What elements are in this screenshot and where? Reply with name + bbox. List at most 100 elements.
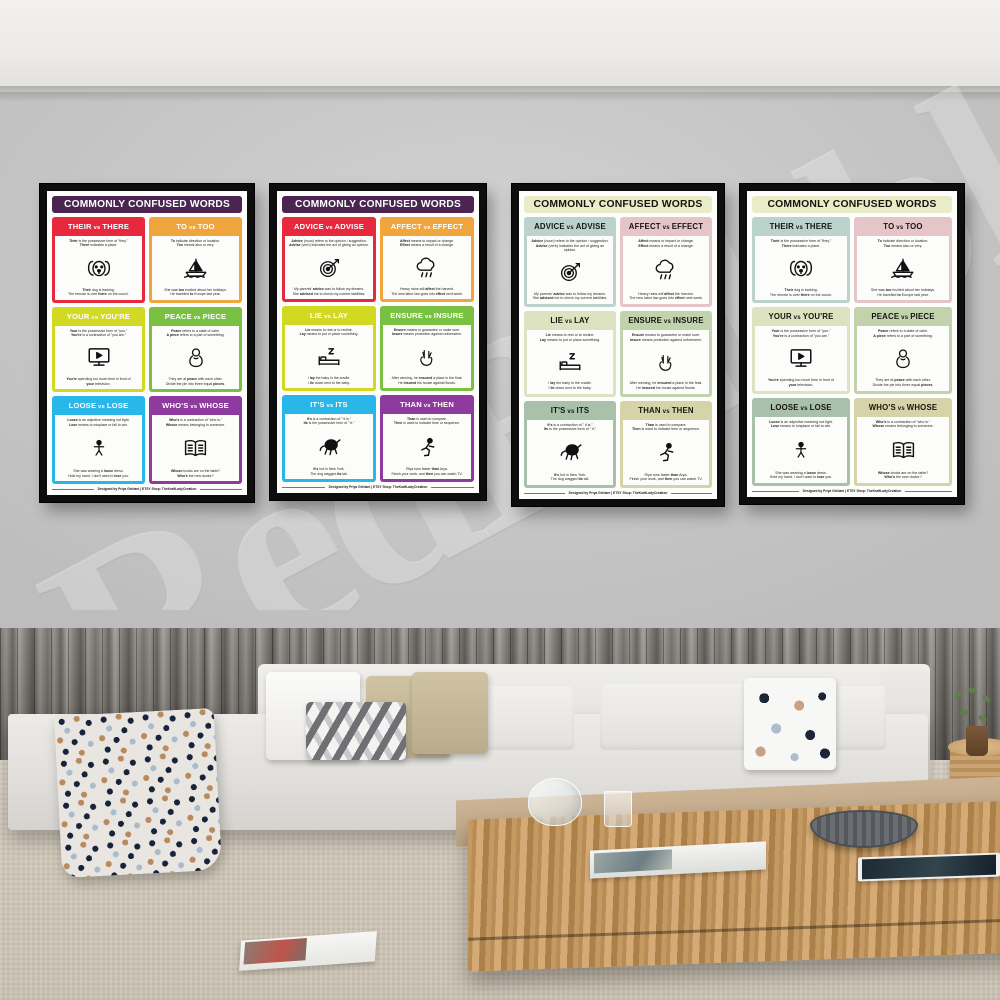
- word-a: TO: [883, 222, 895, 231]
- vs-label: vs: [96, 404, 107, 411]
- definition-line: Their is the possessive form of "they.": [770, 239, 832, 243]
- room-lower: [0, 628, 1000, 1000]
- word-card[interactable]: AFFECT vs EFFECT Affect means to impact o…: [620, 217, 712, 308]
- card-heading: LIE vs LAY: [284, 308, 374, 323]
- room-scene: RedBubbleni COMMONLY CONFUSED WORDS THEIR…: [0, 0, 1000, 1000]
- word-b: THEN: [432, 400, 455, 409]
- card-body: Their is the possessive form of "they." T…: [755, 236, 847, 301]
- examples: Whose books are on the table? Who's the n…: [155, 469, 236, 478]
- poster-title: COMMONLY CONFUSED WORDS: [52, 196, 242, 213]
- example-line: Hold my hand, I don't want to lose you.: [68, 473, 129, 478]
- dog-icon: [788, 257, 814, 279]
- vs-label: vs: [191, 314, 203, 321]
- word-card[interactable]: ADVICE vs ADVISE Advice (noun) refers to …: [282, 217, 376, 302]
- word-card[interactable]: ENSURE vs INSURE Ensure means to guarante…: [620, 311, 712, 397]
- vs-label: vs: [323, 225, 335, 231]
- vs-label: vs: [423, 314, 434, 320]
- definitions: Who's is a contraction of "who is." Whose…: [860, 420, 946, 429]
- frame-3[interactable]: COMMONLY CONFUSED WORDS ADVICE vs ADVISE A…: [512, 184, 724, 506]
- card-body: Than is used to compare. Then is used to …: [623, 419, 709, 485]
- bed-sleep-icon: [316, 346, 342, 368]
- definitions: To indicate direction or location. Too me…: [860, 239, 946, 248]
- frame-1[interactable]: COMMONLY CONFUSED WORDS THEIR vs THERE The…: [40, 184, 254, 502]
- sailboat-icon: [183, 257, 209, 279]
- examples: Heavy rains will affect the harvest. The …: [386, 287, 468, 296]
- word-a: AFFECT: [628, 222, 661, 231]
- word-card[interactable]: THAN vs THEN Than is used to compare. Then…: [620, 400, 712, 488]
- word-card[interactable]: LOOSE vs LOSE Loose is an adjective meani…: [52, 396, 145, 484]
- credit-line: Designed by Priya Gehlani | ETSY Shop: T…: [524, 491, 712, 495]
- examples: I lay the baby in the cradle. I lie down …: [288, 376, 370, 385]
- frame-2[interactable]: COMMONLY CONFUSED WORDS ADVICE vs ADVISE A…: [270, 184, 486, 500]
- example-line: Divide the pie into three equal pieces.: [165, 381, 226, 386]
- word-card[interactable]: TO vs TOO To indicate direction or locati…: [149, 217, 242, 303]
- word-card[interactable]: ADVICE vs ADVISE Advice (noun) refers to …: [524, 217, 616, 308]
- sofa-cushion: [600, 684, 760, 750]
- word-card[interactable]: THEIR vs THERE Their is the possessive fo…: [752, 217, 850, 304]
- dog-icon: [86, 257, 112, 279]
- definitions: Affect means to impact or change. Effect …: [386, 239, 468, 248]
- credit-text: Designed by Priya Gehlani | ETSY Shop: T…: [97, 487, 197, 491]
- word-a: YOUR: [66, 311, 90, 321]
- word-a: TO: [176, 222, 188, 231]
- definition-line: Then is used to indicate time or sequenc…: [393, 421, 461, 426]
- frame-4[interactable]: COMMONLY CONFUSED WORDS THEIR vs THERE The…: [740, 184, 964, 504]
- word-card[interactable]: THEIR vs THERE Their is the possessive fo…: [52, 217, 145, 303]
- definition-line: There indicates a place.: [79, 243, 118, 248]
- word-card[interactable]: IT'S vs ITS It's is a contraction of " it…: [524, 400, 616, 488]
- examples: She was too excited about her holidays. H…: [860, 288, 946, 297]
- vs-label: vs: [421, 403, 433, 409]
- word-a: PEACE: [164, 311, 192, 321]
- definition-line: Lose means to misplace or fail to win.: [69, 422, 128, 427]
- word-card[interactable]: ENSURE vs INSURE Ensure means to guarante…: [380, 306, 474, 391]
- word-a: WHO'S: [162, 401, 189, 411]
- open-book-icon: [890, 439, 917, 461]
- word-card[interactable]: YOUR vs YOU'RE Your is the possessive for…: [752, 307, 850, 394]
- example-line: Who's the new doctor?: [177, 473, 214, 478]
- card-heading: IT'S vs ITS: [526, 403, 614, 418]
- example-line: Finish your work, and then you can watch…: [391, 471, 463, 476]
- examples: Their dog is barking. The remote is over …: [58, 288, 139, 297]
- running-person-icon: [416, 435, 439, 459]
- card-body: Loose is an adjective meaning not tight.…: [55, 415, 142, 481]
- card-body: It's is a contraction of " it is." Its is…: [285, 414, 373, 479]
- definitions: Your is the possessive form of "you." You…: [758, 329, 844, 338]
- definitions: Lie means to rest or to recline. Lay mean…: [530, 333, 610, 342]
- word-a: WHO'S: [868, 402, 896, 412]
- word-b: LAY: [332, 311, 349, 320]
- word-card[interactable]: TO vs TOO To indicate direction or locati…: [854, 217, 952, 304]
- word-card[interactable]: WHO'S vs WHOSE Who's is a contraction of …: [854, 397, 952, 486]
- word-b: INSURE: [433, 311, 464, 320]
- word-card[interactable]: LIE vs LAY Lie means to rest or to reclin…: [524, 311, 616, 397]
- card-heading: ENSURE vs INSURE: [382, 308, 472, 323]
- word-card[interactable]: IT'S vs ITS It's is a contraction of " it…: [282, 395, 376, 482]
- card-body: Affect means to impact or change. Effect …: [383, 236, 471, 299]
- examples: I lay the baby in the cradle. I lie down …: [530, 381, 610, 390]
- word-a: ADVICE: [293, 222, 324, 231]
- word-a: PEACE: [871, 312, 900, 322]
- definitions: Than is used to compare. Then is used to …: [386, 417, 468, 426]
- card-heading: THEIR vs THERE: [54, 219, 143, 234]
- word-b: THERE: [804, 222, 833, 231]
- word-card[interactable]: AFFECT vs EFFECT Affect means to impact o…: [380, 217, 474, 302]
- coffee-table: [468, 800, 1000, 972]
- word-card[interactable]: LIE vs LAY Lie means to rest or to reclin…: [282, 306, 376, 391]
- vs-label: vs: [794, 224, 805, 231]
- example-line: Finish your work, and then you can watch…: [629, 477, 703, 482]
- word-b: WHOSE: [906, 402, 938, 412]
- definitions: Loose is an adjective meaning not tight.…: [758, 420, 844, 429]
- card-body: Peace refers to a state of calm. A piece …: [152, 325, 239, 390]
- word-card[interactable]: LOOSE vs LOSE Loose is an adjective meani…: [752, 397, 850, 486]
- credit-rule-left: [524, 492, 565, 494]
- word-card[interactable]: PEACE vs PIECE Peace refers to a state of…: [149, 306, 242, 393]
- target-arrow-icon: [317, 257, 342, 279]
- example-line: He travelled to Europe last year.: [877, 292, 929, 297]
- word-card[interactable]: YOUR vs YOU'RE Your is the possessive for…: [52, 306, 145, 393]
- word-card[interactable]: THAN vs THEN Than is used to compare. Then…: [380, 395, 474, 482]
- card-body: Loose is an adjective meaning not tight.…: [755, 416, 847, 483]
- example-line: She advised me to check my current liabi…: [292, 291, 366, 296]
- open-book-icon: [182, 437, 209, 459]
- word-card[interactable]: WHO'S vs WHOSE Who's is a contraction of …: [149, 396, 242, 484]
- example-line: He travelled to Europe last year.: [170, 292, 221, 297]
- word-card[interactable]: PEACE vs PIECE Peace refers to a state of…: [854, 307, 952, 394]
